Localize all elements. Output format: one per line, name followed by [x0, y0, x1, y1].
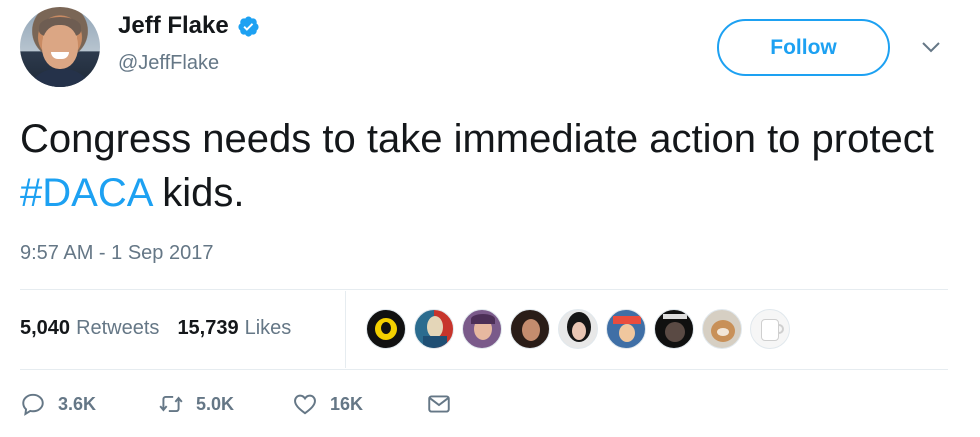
tweet-text: Congress needs to take immediate action … — [20, 112, 960, 220]
likes-stat[interactable]: 15,739 Likes — [177, 317, 291, 340]
tweet-text-before: Congress needs to take immediate action … — [20, 117, 934, 161]
like-count: 16K — [330, 393, 364, 414]
author-avatar[interactable] — [20, 7, 100, 87]
tweet-timestamp[interactable]: 9:57 AM - 1 Sep 2017 — [20, 242, 213, 265]
retweets-label: Retweets — [76, 317, 160, 339]
author-name[interactable]: Jeff Flake — [118, 12, 260, 40]
divider-bottom — [20, 369, 948, 370]
liker-avatar[interactable] — [750, 309, 790, 349]
liker-avatar[interactable] — [606, 309, 646, 349]
liker-avatar[interactable] — [462, 309, 502, 349]
chevron-down-icon[interactable] — [921, 40, 941, 54]
tweet-actions: 3.6K 5.0K 16K — [20, 391, 464, 417]
reply-count: 3.6K — [58, 393, 97, 414]
retweet-count: 5.0K — [196, 393, 235, 414]
envelope-icon — [428, 395, 450, 413]
liker-avatar[interactable] — [654, 309, 694, 349]
liker-avatar[interactable] — [702, 309, 742, 349]
liker-avatar[interactable] — [558, 309, 598, 349]
liker-avatar[interactable] — [414, 309, 454, 349]
author-handle[interactable]: @JeffFlake — [118, 52, 219, 75]
liked-by-avatars — [366, 309, 790, 349]
direct-message-button[interactable] — [426, 391, 464, 417]
retweets-count: 5,040 — [20, 317, 71, 339]
likes-label: Likes — [244, 317, 292, 339]
like-button[interactable]: 16K — [292, 391, 426, 417]
tweet-text-after: kids. — [151, 171, 245, 215]
follow-button[interactable]: Follow — [717, 19, 890, 76]
retweet-button[interactable]: 5.0K — [158, 391, 292, 417]
reply-button[interactable]: 3.6K — [20, 391, 158, 417]
heart-icon — [294, 394, 316, 415]
reply-icon — [22, 393, 44, 416]
engagement-stats: 5,040 Retweets 15,739 Likes — [20, 317, 291, 340]
likes-count: 15,739 — [177, 317, 239, 339]
divider-vertical — [345, 291, 346, 368]
author-name-text[interactable]: Jeff Flake — [118, 12, 229, 40]
liker-avatar[interactable] — [510, 309, 550, 349]
divider-top — [20, 289, 948, 290]
retweets-stat[interactable]: 5,040 Retweets — [20, 317, 159, 340]
retweet-icon — [159, 395, 183, 413]
liker-avatar[interactable] — [366, 309, 406, 349]
hashtag-link[interactable]: #DACA — [20, 171, 151, 215]
verified-badge-icon — [238, 15, 259, 37]
